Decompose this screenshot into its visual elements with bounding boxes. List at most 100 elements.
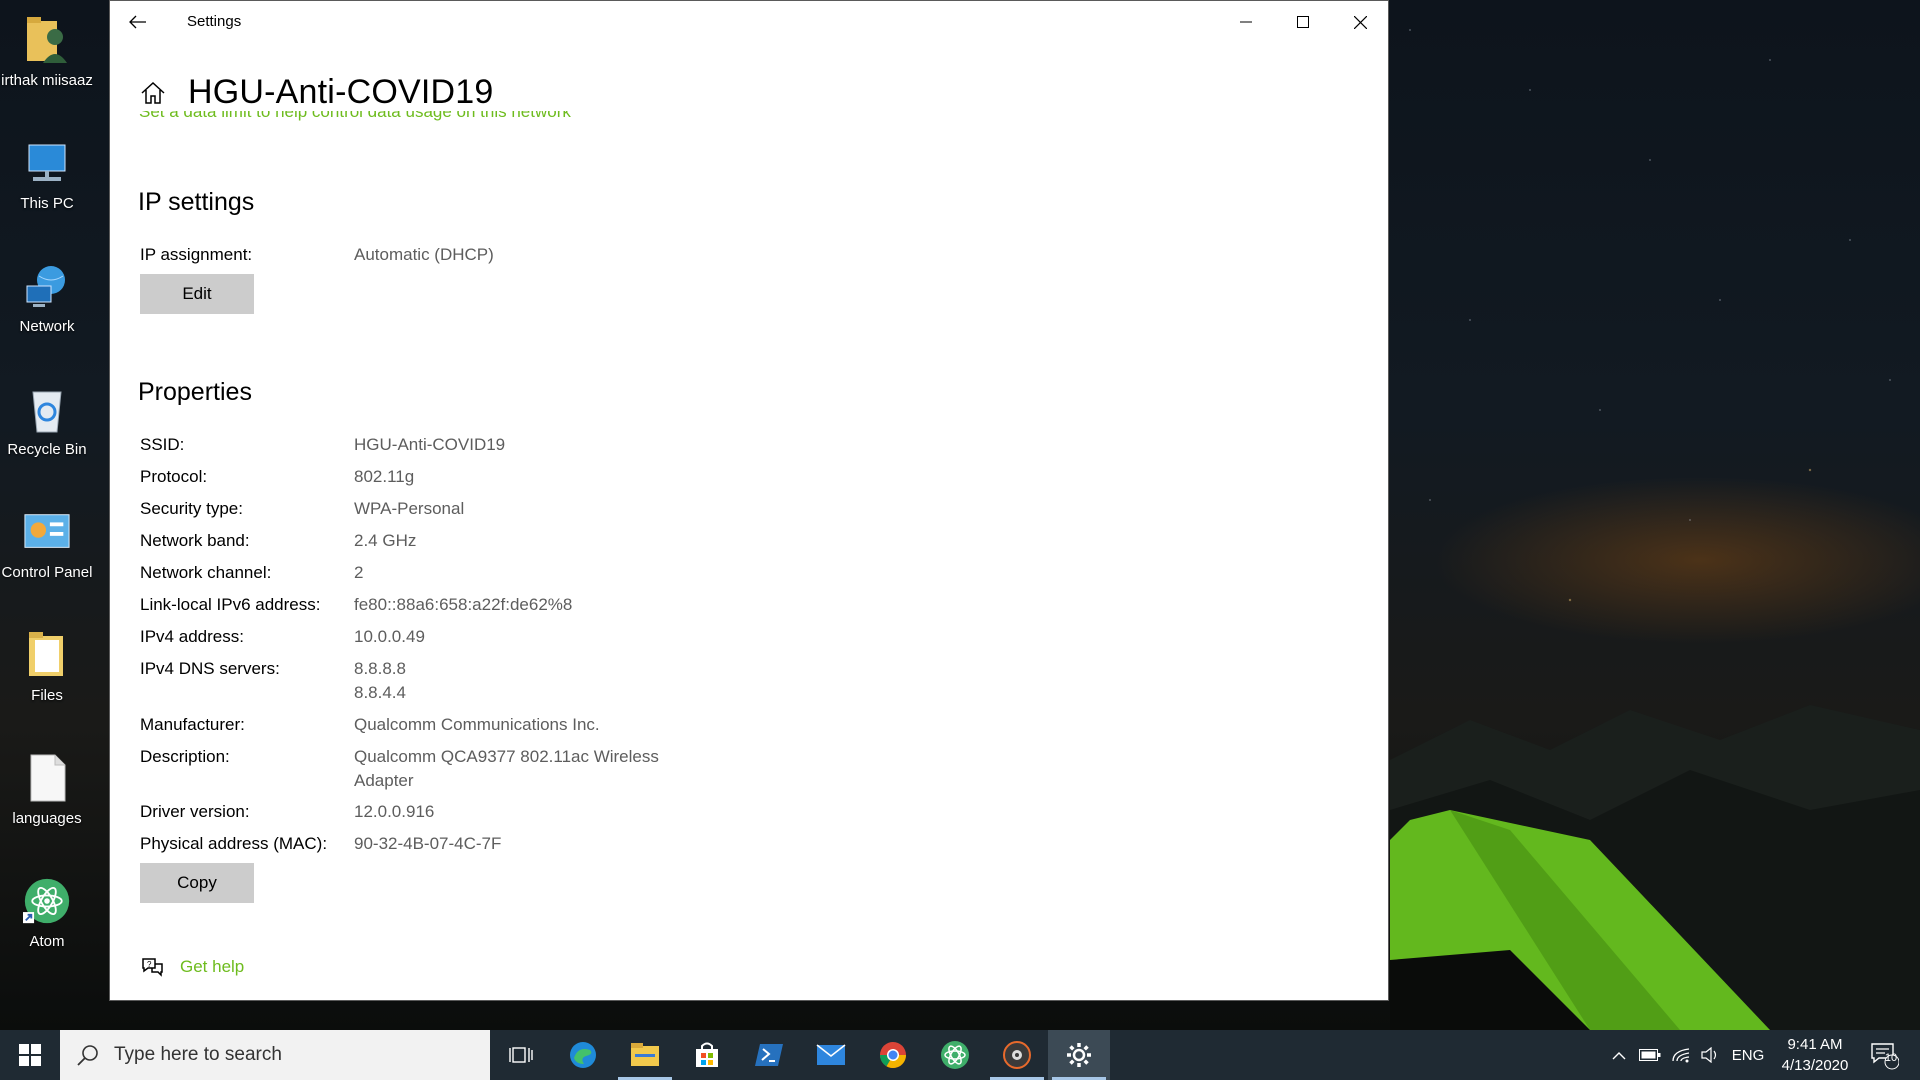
clock-time: 9:41 AM	[1787, 1036, 1843, 1053]
folder-icon	[23, 627, 71, 683]
manufacturer-label: Manufacturer:	[140, 715, 245, 734]
copy-button[interactable]: Copy	[140, 863, 254, 903]
wifi-icon	[1672, 1048, 1690, 1063]
taskbar-search-box[interactable]: Type here to search	[60, 1030, 490, 1080]
back-button[interactable]	[118, 3, 158, 41]
mail-icon	[816, 1044, 846, 1065]
store-icon	[696, 1042, 718, 1067]
close-icon	[1353, 15, 1367, 29]
dns-server-secondary: 8.8.4.4	[354, 683, 406, 702]
minimize-icon	[1240, 21, 1252, 23]
clock[interactable]: 9:41 AM 4/13/2020	[1770, 1034, 1860, 1076]
home-icon[interactable]	[138, 78, 168, 108]
chevron-up-icon	[1612, 1051, 1626, 1059]
battery-button[interactable]	[1634, 1030, 1666, 1080]
mac-address-value: 90-32-4B-07-4C-7F	[354, 834, 502, 853]
arrow-left-icon	[129, 15, 146, 29]
desktop-icon-user-folder[interactable]: irthak miisaaz	[0, 4, 94, 104]
protocol-value: 802.11g	[354, 467, 415, 486]
desktop-icon-files[interactable]: Files	[0, 619, 94, 719]
desktop-icon-recycle-bin[interactable]: Recycle Bin	[0, 373, 94, 473]
ipv4-address-label: IPv4 address:	[140, 627, 244, 646]
control-panel-icon	[23, 504, 71, 560]
edit-button[interactable]: Edit	[140, 274, 254, 314]
taskbar-atom[interactable]	[924, 1030, 986, 1080]
volume-button[interactable]	[1696, 1030, 1726, 1080]
desktop-icon-label: Atom	[29, 933, 65, 950]
taskbar-mail[interactable]	[800, 1030, 862, 1080]
start-button[interactable]	[0, 1030, 60, 1080]
starry-sky	[1390, 0, 1920, 700]
desktop-icon-label: languages	[12, 810, 82, 827]
ipv4-address-value: 10.0.0.49	[354, 627, 425, 646]
driver-version-value: 12.0.0.916	[354, 802, 435, 821]
description-line-2: Adapter	[354, 771, 414, 790]
desktop-icon-label: This PC	[20, 195, 74, 212]
recycle-bin-icon	[23, 381, 71, 437]
ip-assignment-label: IP assignment:	[140, 245, 253, 264]
battery-icon	[1639, 1049, 1661, 1061]
data-limit-link[interactable]: Set a data limit to help control data us…	[139, 111, 571, 133]
settings-icon	[1067, 1043, 1091, 1067]
language-indicator[interactable]: ENG	[1728, 1030, 1768, 1080]
desktop-icon-network[interactable]: Network	[0, 250, 94, 350]
media-player-icon	[1003, 1041, 1031, 1069]
close-button[interactable]	[1332, 1, 1388, 43]
taskbar-powershell[interactable]	[738, 1030, 800, 1080]
protocol-label: Protocol:	[140, 467, 208, 486]
taskbar-edge[interactable]	[552, 1030, 614, 1080]
network-channel-value: 2	[354, 563, 364, 582]
dns-server-primary: 8.8.8.8	[354, 659, 406, 678]
desktop-icon-control-panel[interactable]: Control Panel	[0, 496, 94, 596]
security-type-label: Security type:	[140, 499, 243, 518]
action-center-button[interactable]: 10	[1862, 1030, 1906, 1080]
description-value: Qualcomm QCA9377 802.11ac Wireless Adapt…	[354, 745, 659, 793]
taskbar-store[interactable]	[676, 1030, 738, 1080]
desktop-icon-label: irthak miisaaz	[1, 72, 93, 89]
clock-date: 4/13/2020	[1781, 1057, 1849, 1074]
windows-logo-icon	[19, 1044, 41, 1066]
user-folder-icon	[23, 12, 71, 68]
svg-text:?: ?	[147, 960, 152, 969]
desktop-icon-label: Recycle Bin	[7, 441, 87, 458]
network-channel-label: Network channel:	[140, 563, 272, 582]
show-hidden-icons-button[interactable]	[1604, 1030, 1634, 1080]
chrome-icon	[879, 1042, 907, 1069]
taskbar-settings[interactable]	[1048, 1030, 1110, 1080]
driver-version-label: Driver version:	[140, 802, 250, 821]
taskbar-file-explorer[interactable]	[614, 1030, 676, 1080]
desktop-icon-label: Files	[31, 687, 63, 704]
properties-heading: Properties	[138, 378, 252, 406]
settings-window: Settings HGU-Anti-COVID19 Set a data lim…	[109, 0, 1389, 1001]
ipv6-address-label: Link-local IPv6 address:	[140, 595, 321, 614]
get-help-link[interactable]: Get help	[180, 957, 244, 977]
computer-icon	[23, 135, 71, 191]
wifi-button[interactable]	[1666, 1030, 1696, 1080]
minimize-button[interactable]	[1218, 1, 1274, 43]
desktop-icon-languages[interactable]: languages	[0, 742, 94, 842]
page-header: HGU-Anti-COVID19	[138, 73, 493, 112]
speaker-icon	[1701, 1047, 1717, 1063]
manufacturer-value: Qualcomm Communications Inc.	[354, 715, 600, 734]
maximize-icon	[1297, 16, 1309, 28]
title-bar[interactable]: Settings	[110, 1, 1388, 43]
maximize-button[interactable]	[1275, 1, 1331, 43]
atom-icon	[23, 873, 71, 929]
notification-count: 10	[1884, 1052, 1898, 1064]
taskbar-media-player[interactable]	[986, 1030, 1048, 1080]
network-band-value: 2.4 GHz	[354, 531, 417, 550]
network-band-label: Network band:	[140, 531, 250, 550]
search-placeholder: Type here to search	[114, 1044, 282, 1065]
mountain-tent-scene	[1390, 705, 1920, 1030]
task-view-button[interactable]	[490, 1030, 552, 1080]
powershell-icon	[755, 1044, 783, 1066]
desktop-icon-atom[interactable]: Atom	[0, 865, 94, 965]
desktop-icon-this-pc[interactable]: This PC	[0, 127, 94, 227]
desktop-icon-label: Network	[19, 318, 75, 335]
document-icon	[23, 750, 71, 806]
description-line-1: Qualcomm QCA9377 802.11ac Wireless	[354, 747, 659, 766]
taskbar-chrome[interactable]	[862, 1030, 924, 1080]
security-type-value: WPA-Personal	[354, 499, 465, 518]
ipv6-address-value: fe80::88a6:658:a22f:de62%8	[354, 595, 573, 614]
get-help[interactable]: ? Get help	[140, 955, 244, 979]
